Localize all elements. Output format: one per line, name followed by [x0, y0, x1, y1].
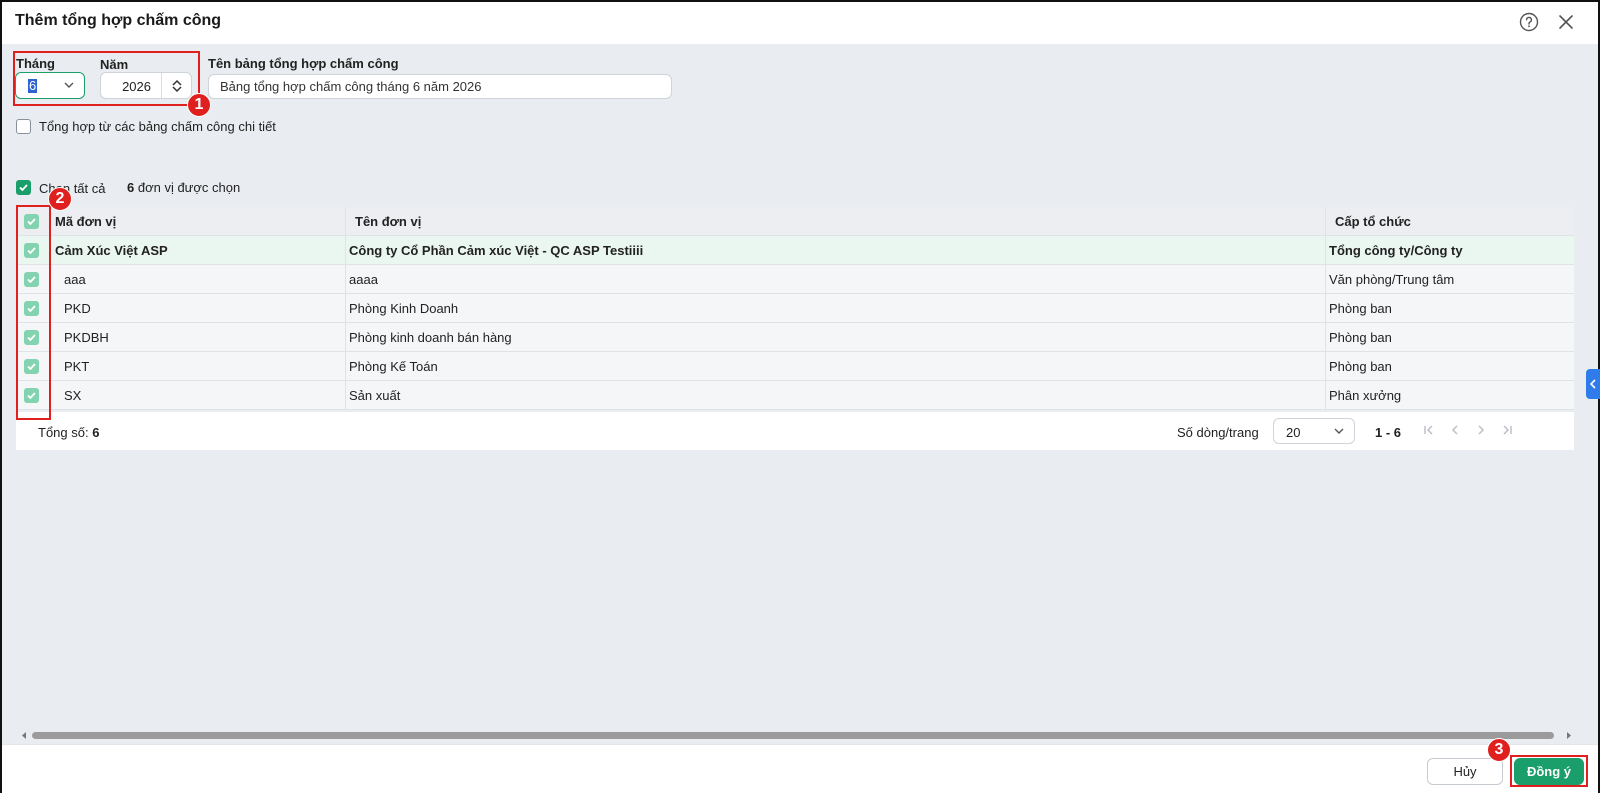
table-row[interactable]: PKT Phòng Kế Toán Phòng ban [16, 352, 1574, 381]
first-page-icon[interactable] [1422, 423, 1436, 437]
column-header-name[interactable]: Tên đơn vị [355, 214, 421, 229]
selected-count-suffix: đơn vị được chọn [137, 180, 241, 195]
column-header-code[interactable]: Mã đơn vị [55, 214, 116, 229]
total-label: Tổng số: [38, 425, 89, 440]
column-divider [1325, 323, 1326, 352]
scrollbar-thumb[interactable] [32, 732, 1554, 739]
chevron-down-icon [1332, 424, 1346, 441]
last-page-icon[interactable] [1500, 423, 1514, 437]
column-divider [1325, 236, 1326, 265]
unit-name: Sản xuất [349, 388, 401, 403]
detail-checkbox[interactable] [16, 119, 31, 134]
dialog-title: Thêm tổng hợp chấm công [15, 12, 222, 29]
column-divider [345, 381, 346, 410]
annotation-badge-3: 3 [1487, 738, 1511, 762]
unit-code: PKDBH [64, 330, 109, 345]
table-row[interactable]: SX Sản xuất Phân xưởng [16, 381, 1574, 410]
unit-level: Phòng ban [1329, 301, 1392, 316]
column-header-level[interactable]: Cấp tổ chức [1335, 214, 1411, 229]
unit-code: Cảm Xúc Việt ASP [55, 243, 168, 258]
rows-per-page-select[interactable]: 20 [1273, 418, 1355, 444]
horizontal-scrollbar[interactable] [20, 731, 1573, 740]
rows-per-page-value: 20 [1286, 425, 1301, 440]
column-divider [345, 352, 346, 381]
column-divider [345, 323, 346, 352]
rows-per-page-label: Số dòng/trang [1177, 425, 1259, 440]
unit-code: PKT [64, 359, 90, 374]
column-divider [1325, 265, 1326, 294]
summary-name-input[interactable] [208, 74, 672, 99]
page-range: 1 - 6 [1375, 425, 1402, 440]
selected-count: 6 [127, 180, 135, 195]
pagination-bar: Tổng số: 6 Số dòng/trang 20 1 - 6 [16, 412, 1574, 450]
column-divider [1325, 207, 1326, 236]
select-all-checkbox[interactable] [16, 180, 31, 195]
close-icon[interactable] [1555, 11, 1577, 33]
table-row[interactable]: PKD Phòng Kinh Doanh Phòng ban [16, 294, 1574, 323]
previous-page-icon[interactable] [1448, 423, 1462, 437]
cancel-button[interactable]: Hủy [1427, 758, 1503, 785]
unit-code: PKD [64, 301, 91, 316]
table-header-row: Mã đơn vị Tên đơn vị Cấp tổ chức [16, 207, 1574, 236]
column-divider [345, 265, 346, 294]
unit-level: Văn phòng/Trung tâm [1329, 272, 1455, 287]
column-divider [345, 236, 346, 265]
total-value: 6 [92, 425, 100, 440]
unit-name: Phòng Kế Toán [349, 359, 438, 374]
annotation-box-3 [1510, 755, 1588, 787]
column-divider [1325, 381, 1326, 410]
unit-code: SX [64, 388, 82, 403]
unit-level: Tổng công ty/Công ty [1329, 243, 1463, 258]
side-panel-toggle[interactable] [1586, 369, 1600, 399]
unit-name: Công ty Cổ Phần Cảm xúc Việt - QC ASP Te… [349, 243, 644, 258]
column-divider [1325, 294, 1326, 323]
unit-level: Phân xưởng [1329, 388, 1402, 403]
unit-level: Phòng ban [1329, 330, 1392, 345]
selected-count-text: 6 đơn vị được chọn [127, 180, 240, 195]
total-count-text: Tổng số: 6 [38, 425, 99, 440]
unit-name: Phòng kinh doanh bán hàng [349, 330, 512, 345]
annotation-box-1 [13, 51, 200, 106]
unit-name: Phòng Kinh Doanh [349, 301, 459, 316]
scroll-right-icon[interactable] [1565, 731, 1573, 740]
check-icon [19, 184, 28, 192]
annotation-box-2 [16, 205, 51, 420]
unit-name: aaaa [349, 272, 378, 287]
table-row[interactable]: aaa aaaa Văn phòng/Trung tâm [16, 265, 1574, 294]
next-page-icon[interactable] [1474, 423, 1488, 437]
annotation-badge-1: 1 [187, 93, 211, 117]
column-divider [1325, 352, 1326, 381]
column-divider [345, 294, 346, 323]
chevron-left-icon [1589, 379, 1596, 389]
unit-level: Phòng ban [1329, 359, 1392, 374]
detail-checkbox-label: Tổng hợp từ các bảng chấm công chi tiết [39, 119, 276, 134]
dialog-footer: Hủy Đồng ý [2, 744, 1598, 793]
table-row[interactable]: PKDBH Phòng kinh doanh bán hàng Phòng ba… [16, 323, 1574, 352]
dialog-frame: Thêm tổng hợp chấm công Tháng Năm Tên bả… [0, 0, 1600, 793]
dialog-header: Thêm tổng hợp chấm công [2, 2, 1598, 44]
scroll-left-icon[interactable] [20, 731, 28, 740]
unit-code: aaa [64, 272, 86, 287]
column-divider [345, 207, 346, 236]
table-row[interactable]: Cảm Xúc Việt ASP Công ty Cổ Phần Cảm xúc… [16, 236, 1574, 265]
help-circle-icon[interactable] [1518, 11, 1540, 33]
annotation-badge-2: 2 [48, 187, 72, 211]
summary-name-label: Tên bảng tổng hợp chấm công [208, 56, 399, 71]
